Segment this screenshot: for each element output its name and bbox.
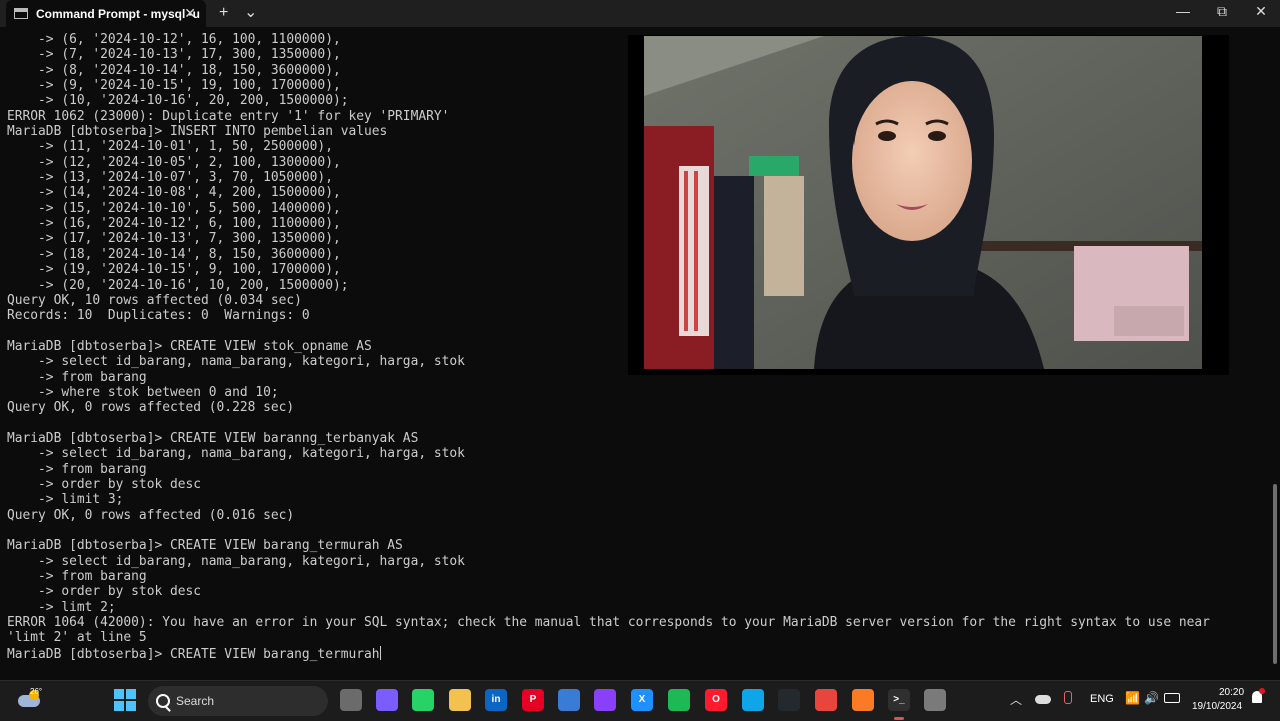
terminal-line: ERROR 1064 (42000): You have an error in… [7, 615, 1210, 631]
visual-studio-icon[interactable] [594, 689, 616, 711]
webcam-video [644, 36, 1202, 369]
show-hidden-icons-button[interactable]: ︿ [1010, 691, 1022, 708]
search-icon [156, 694, 170, 708]
linkedin-icon[interactable]: in [485, 689, 507, 711]
terminal-line: -> select id_barang, nama_barang, katego… [7, 553, 465, 569]
terminal-line: Query OK, 0 rows affected (0.016 sec) [7, 507, 295, 523]
wifi-icon[interactable]: 📶 [1125, 691, 1140, 705]
maximize-button[interactable]: ⧉ [1202, 3, 1242, 23]
text-cursor [379, 645, 381, 660]
microphone-icon[interactable] [1064, 691, 1072, 704]
weather-widget[interactable]: 26° [18, 687, 48, 715]
copilot-icon[interactable] [376, 689, 398, 711]
terminal-line: Query OK, 0 rows affected (0.228 sec) [7, 400, 295, 416]
clock-time[interactable]: 20:20 [1219, 687, 1244, 698]
tab-title: Command Prompt - mysql -u [36, 6, 201, 21]
chrome-icon[interactable] [815, 689, 837, 711]
terminal-line: -> from barang [7, 569, 147, 585]
file-explorer-icon[interactable] [449, 689, 471, 711]
close-button[interactable]: ✕ [1241, 3, 1280, 23]
terminal-line: MariaDB [dbtoserba]> CREATE VIEW baranng… [7, 430, 419, 446]
language-indicator[interactable]: ENG [1090, 693, 1114, 705]
title-bar: Command Prompt - mysql -u ✕ + ⌄ — ⧉ ✕ [0, 0, 1280, 27]
terminal-line: -> limt 2; [7, 599, 116, 615]
terminal-line: MariaDB [dbtoserba]> CREATE VIEW barang_… [7, 645, 381, 662]
tab-command-prompt[interactable]: Command Prompt - mysql -u ✕ [6, 0, 206, 27]
xampp-icon[interactable] [852, 689, 874, 711]
terminal-line: -> from barang [7, 461, 147, 477]
terminal-icon [14, 8, 28, 19]
new-tab-button[interactable]: + [219, 4, 228, 22]
pinterest-icon[interactable]: P [522, 689, 544, 711]
opera-icon[interactable]: O [705, 689, 727, 711]
start-button[interactable] [114, 689, 136, 711]
webcam-image [644, 36, 1202, 369]
xampp-like-icon[interactable]: X [631, 689, 653, 711]
terminal-line: -> order by stok desc [7, 584, 202, 600]
notification-bell-icon[interactable] [1252, 688, 1265, 703]
taskbar: 26° Search in P X O >_ ︿ ENG 📶 🔊 20:20 19/10… [0, 680, 1280, 721]
file-explorer-gray-icon[interactable] [340, 689, 362, 711]
terminal-line: MariaDB [dbtoserba]> CREATE VIEW barang_… [7, 538, 403, 554]
weather-temperature: 26° [30, 687, 43, 696]
taskbar-search[interactable]: Search [148, 686, 328, 716]
spotify-icon[interactable] [668, 689, 690, 711]
search-label: Search [176, 694, 215, 708]
battery-icon[interactable] [1164, 693, 1180, 703]
scrollbar[interactable] [1273, 484, 1277, 664]
tab-dropdown-button[interactable]: ⌄ [244, 2, 257, 22]
microsoft-store-icon[interactable] [558, 689, 580, 711]
edge-icon[interactable] [742, 689, 764, 711]
tab-close-icon[interactable]: ✕ [184, 5, 196, 22]
onedrive-icon[interactable] [1035, 695, 1051, 704]
minimize-button[interactable]: — [1163, 3, 1203, 23]
github-icon[interactable] [778, 689, 800, 711]
clock-date[interactable]: 19/10/2024 [1192, 701, 1242, 712]
windows-logo-icon [114, 689, 124, 699]
terminal-line: -> select id_barang, nama_barang, katego… [7, 446, 465, 462]
terminal-icon[interactable]: >_ [888, 689, 910, 711]
volume-icon[interactable]: 🔊 [1144, 691, 1159, 705]
terminal-line: -> where stok between 0 and 10; [7, 384, 279, 400]
snipping-tool-icon[interactable] [924, 689, 946, 711]
terminal-line: -> order by stok desc [7, 476, 202, 492]
whatsapp-icon[interactable] [412, 689, 434, 711]
terminal-line: 'limt 2' at line 5 [7, 630, 147, 646]
terminal-line: -> limit 3; [7, 492, 124, 508]
